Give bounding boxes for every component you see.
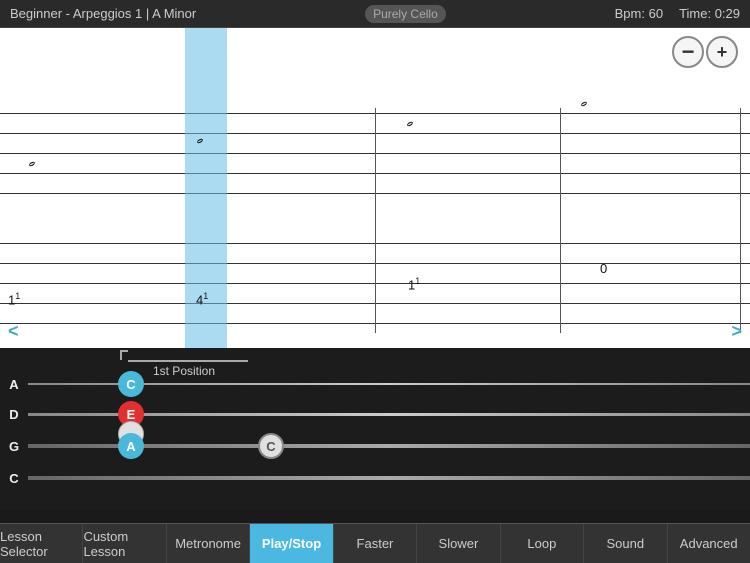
string-line-container-G: A C: [28, 432, 750, 460]
zoom-controls: − +: [672, 36, 738, 68]
metronome-button[interactable]: Metronome: [167, 524, 250, 563]
zoom-out-button[interactable]: −: [672, 36, 704, 68]
string-line-C: [28, 476, 750, 480]
faster-button[interactable]: Faster: [334, 524, 417, 563]
string-line-container-D: E: [28, 400, 750, 428]
note-fingering: 41: [196, 291, 208, 307]
bar-line: [560, 108, 561, 333]
advanced-button[interactable]: Advanced: [668, 524, 750, 563]
note-number-zero: 0: [600, 261, 607, 276]
play-stop-button[interactable]: Play/Stop: [250, 524, 333, 563]
fretboard-area: 1st Position A C D E G A C: [0, 348, 750, 510]
string-row-C: C: [0, 464, 750, 492]
string-label-D: D: [0, 407, 28, 422]
fingering-dot-A-G: A: [118, 433, 144, 459]
bar-line: [740, 108, 741, 333]
string-label-G: G: [0, 439, 28, 454]
note-fingering: 11: [408, 276, 420, 292]
bracket-line: [128, 360, 248, 362]
zoom-in-button[interactable]: +: [706, 36, 738, 68]
bpm-display: Bpm: 60: [615, 6, 663, 21]
string-line-container-C: [28, 464, 750, 492]
piece-title: Beginner - Arpeggios 1 | A Minor: [10, 6, 196, 21]
staff-container: 𝅗 𝅗 𝅗 𝅗 0 11 41 11 < >: [0, 28, 750, 348]
time-display: Time: 0:29: [679, 6, 740, 21]
top-bar-right: Bpm: 60 Time: 0:29: [615, 6, 740, 21]
slower-button[interactable]: Slower: [417, 524, 500, 563]
note-whole: 𝅗: [406, 106, 413, 132]
note-fingering: 11: [8, 291, 20, 307]
position-bracket: [120, 350, 248, 362]
lesson-selector-button[interactable]: Lesson Selector: [0, 524, 83, 563]
zoom-wrapper: − +: [672, 36, 738, 68]
loop-button[interactable]: Loop: [501, 524, 584, 563]
note-whole: 𝅗: [196, 123, 203, 149]
bar-line: [375, 108, 376, 333]
custom-lesson-button[interactable]: Custom Lesson: [83, 524, 166, 563]
bottom-toolbar: Lesson SelectorCustom LessonMetronomePla…: [0, 523, 750, 563]
nav-right-arrow[interactable]: >: [731, 321, 742, 342]
string-line-container-A: C: [28, 370, 750, 398]
fingering-dot-C-A: C: [118, 371, 144, 397]
string-label-C: C: [0, 471, 28, 486]
top-bar: Beginner - Arpeggios 1 | A Minor Purely …: [0, 0, 750, 28]
notation-area: 𝅗 𝅗 𝅗 𝅗 0 11 41 11 < >: [0, 28, 750, 348]
fingering-dot-C-G: C: [258, 433, 284, 459]
nav-left-arrow[interactable]: <: [8, 321, 19, 342]
string-row-D: D E: [0, 400, 750, 428]
note-whole: 𝅗: [580, 86, 587, 112]
string-row-A: A C: [0, 370, 750, 398]
string-row-G: G A C: [0, 432, 750, 460]
string-label-A: A: [0, 377, 28, 392]
sound-button[interactable]: Sound: [584, 524, 667, 563]
app-name: Purely Cello: [365, 5, 446, 23]
note-whole: 𝅗: [28, 146, 35, 172]
bracket-left: [120, 350, 128, 360]
